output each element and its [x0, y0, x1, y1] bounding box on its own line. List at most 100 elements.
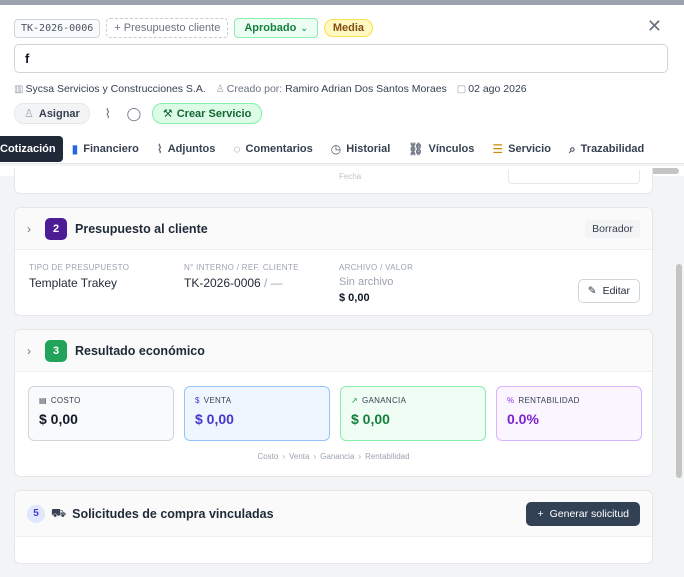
- field-label: N° INTERNO / REF. CLIENTE: [184, 263, 299, 272]
- tab-cotizacion[interactable]: Cotización: [0, 136, 63, 162]
- vertical-scrollbar[interactable]: [674, 176, 684, 577]
- header-badges: TK-2026-0006 + Presupuesto cliente Aprob…: [14, 18, 374, 38]
- metric-value: 0.0%: [507, 411, 539, 427]
- field-label: TIPO DE PRESUPUESTO: [29, 263, 130, 272]
- tab-comentarios[interactable]: ◌ Comentarios: [224, 136, 321, 162]
- file-status: Sin archivo: [339, 276, 394, 288]
- date-meta: ▢ 02 ago 2026: [457, 83, 527, 95]
- bar-chart-icon: ▮: [71, 142, 79, 156]
- paperclip-icon[interactable]: ⌇: [100, 106, 116, 122]
- metric-flow: Costo › Venta › Ganancia › Rentabilidad: [257, 452, 410, 461]
- chevron-right-icon[interactable]: ›: [27, 344, 45, 358]
- metric-label: $ VENTA: [195, 396, 319, 405]
- create-service-button[interactable]: ⚒ Crear Servicio: [151, 103, 263, 124]
- section-number: 5: [27, 504, 45, 523]
- metric-value: $ 0,00: [351, 411, 390, 427]
- created-date: 02 ago 2026: [468, 83, 527, 95]
- status-badge: Borrador: [585, 219, 640, 238]
- tab-bar: Cotización ▮ Financiero ⌇ Adjuntos ◌ Coment…: [0, 135, 684, 164]
- field-value: Template Trakey: [29, 276, 118, 290]
- tab-label: Financiero: [83, 143, 139, 155]
- cart-icon: ⛟: [51, 505, 67, 520]
- economic-result-section: › 3 Resultado económico ▤ COSTO $ 0,00 $ V…: [14, 329, 653, 477]
- tab-vinculos[interactable]: ⛓ Vínculos: [399, 136, 483, 162]
- status-label: Aprobado: [244, 22, 297, 34]
- ticket-meta: ▥ Sycsa Servicios y Construcciones S.A. ♙…: [14, 83, 527, 95]
- chevron-down-icon: ⌄: [300, 22, 308, 33]
- tab-historial[interactable]: ◷ Historial: [322, 136, 400, 162]
- section-header[interactable]: › 2 Presupuesto al cliente Borrador: [15, 208, 652, 250]
- pencil-icon: ✎: [587, 285, 597, 297]
- tab-financiero[interactable]: ▮ Financiero: [63, 136, 148, 162]
- metric-value: $ 0,00: [39, 411, 78, 427]
- metric-label-text: RENTABILIDAD: [518, 396, 580, 405]
- metric-label-text: VENTA: [203, 396, 232, 405]
- section-header: 5 ⛟ Solicitudes de compra vinculadas + G…: [15, 491, 652, 537]
- field-label: ARCHIVO / VALOR: [339, 263, 414, 272]
- field-label: Fecha: [339, 172, 362, 181]
- flow-step: Costo: [257, 452, 279, 461]
- chevron-right-icon[interactable]: ›: [27, 222, 45, 236]
- scrollbar-thumb[interactable]: [676, 264, 682, 478]
- section-title: Solicitudes de compra vinculadas: [72, 506, 274, 521]
- section-title: Resultado económico: [75, 343, 205, 358]
- section-header[interactable]: › 3 Resultado económico: [15, 330, 652, 372]
- created-by-name: Ramiro Adrian Dos Santos Moraes: [285, 83, 447, 95]
- metric-label-text: GANANCIA: [362, 396, 407, 405]
- metric-value: $ 0,00: [195, 411, 234, 427]
- plus-icon: +: [537, 507, 544, 520]
- priority-badge: Media: [323, 19, 374, 37]
- flow-step: Venta: [289, 452, 310, 461]
- company-meta: ▥ Sycsa Servicios y Construcciones S.A.: [14, 83, 206, 95]
- speech-bubble-icon: ◌: [233, 142, 241, 156]
- dollar-icon: $: [195, 396, 200, 405]
- header-actions: ♙ Asignar ⌇ ◯ ⚒ Crear Servicio: [14, 103, 263, 124]
- tab-label: Vínculos: [428, 143, 475, 155]
- metric-label: ↗ GANANCIA: [351, 396, 475, 405]
- ticket-title-input[interactable]: f: [14, 44, 668, 73]
- budget-type-field: TIPO DE PRESUPUESTO Template Trakey: [29, 263, 184, 304]
- metric-profitability: % RENTABILIDAD 0.0%: [496, 386, 642, 441]
- link-icon: ⛓: [408, 142, 424, 156]
- create-service-label: Crear Servicio: [176, 107, 252, 120]
- calendar-icon: ▢: [456, 84, 467, 95]
- file-value-field: ARCHIVO / VALOR Sin archivo $ 0,00: [339, 263, 494, 304]
- ref-suffix: / —: [260, 276, 283, 290]
- section-title: Presupuesto al cliente: [75, 221, 208, 236]
- edit-button[interactable]: ✎ Editar: [577, 279, 640, 303]
- tab-adjuntos[interactable]: ⌇ Adjuntos: [148, 136, 225, 162]
- metric-sale: $ VENTA $ 0,00: [184, 386, 330, 441]
- edit-label: Editar: [602, 285, 630, 297]
- tab-servicio[interactable]: ☰ Servicio: [483, 136, 560, 162]
- tab-trazabilidad[interactable]: ⌕ Trazabilidad: [560, 136, 653, 162]
- flow-step: Rentabilidad: [365, 452, 410, 461]
- metric-cost: ▤ COSTO $ 0,00: [28, 386, 174, 441]
- generate-request-button[interactable]: + Generar solicitud: [526, 501, 640, 526]
- budget-section: › 2 Presupuesto al cliente Borrador TIPO…: [14, 207, 653, 316]
- metric-label: % RENTABILIDAD: [507, 396, 631, 405]
- comment-icon[interactable]: ◯: [126, 106, 142, 122]
- section-number: 3: [45, 339, 67, 362]
- status-dropdown[interactable]: Aprobado ⌄: [234, 18, 318, 38]
- metric-label-text: COSTO: [50, 396, 81, 405]
- user-icon: ♙: [215, 84, 225, 95]
- close-icon[interactable]: ✕: [647, 17, 662, 35]
- tab-label: Adjuntos: [167, 143, 216, 155]
- clipped-button[interactable]: [508, 170, 640, 184]
- ticket-header: TK-2026-0006 + Presupuesto cliente Aprob…: [0, 5, 684, 135]
- reference-field: N° INTERNO / REF. CLIENTE TK-2026-0006 /…: [184, 263, 339, 304]
- assign-button[interactable]: ♙ Asignar: [14, 103, 90, 124]
- ticket-code-badge: TK-2026-0006: [14, 18, 101, 38]
- tab-label: Servicio: [508, 143, 551, 155]
- created-by-label: Creado por:: [226, 83, 283, 95]
- generate-request-label: Generar solicitud: [549, 507, 629, 520]
- tab-label: Trazabilidad: [580, 143, 645, 155]
- ref-code: TK-2026-0006: [184, 276, 261, 290]
- user-icon: ♙: [24, 108, 34, 120]
- purchase-requests-section: 5 ⛟ Solicitudes de compra vinculadas + G…: [14, 490, 653, 564]
- wrench-icon: ⚒: [162, 108, 173, 120]
- tab-label: Cotización: [0, 143, 56, 155]
- budget-fields: TIPO DE PRESUPUESTO Template Trakey N° I…: [29, 263, 494, 304]
- previous-section-card: Fecha: [14, 168, 653, 194]
- add-client-budget-button[interactable]: + Presupuesto cliente: [106, 18, 229, 38]
